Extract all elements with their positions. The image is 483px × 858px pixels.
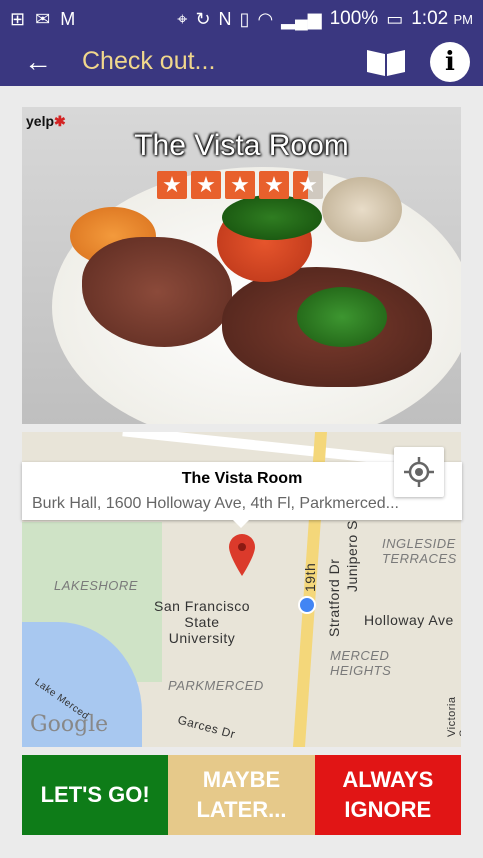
yelp-logo: yelp✱ — [26, 113, 66, 130]
venue-name: The Vista Room — [134, 129, 349, 162]
info-icon[interactable]: i — [430, 42, 470, 82]
page-title: Check out... — [82, 47, 216, 75]
lets-go-button[interactable]: LET'S GO! — [22, 755, 169, 835]
status-time-ampm: PM — [453, 12, 474, 27]
star-icon: ★ — [259, 171, 289, 199]
yelp-logo-text: yelp — [26, 113, 55, 129]
map-label-victoria: Victoria S — [446, 696, 461, 737]
star-icon: ★ — [225, 171, 255, 199]
star-icon: ★ — [157, 171, 187, 199]
my-location-dot — [298, 596, 316, 614]
star-icon: ★ — [191, 171, 221, 199]
crosshair-icon — [404, 457, 434, 487]
food-parsley — [297, 287, 387, 347]
wifi-icon: ◠ — [257, 9, 274, 29]
callout-address: Burk Hall, 1600 Holloway Ave, 4th Fl, Pa… — [32, 495, 399, 512]
star-rating: ★ ★ ★ ★ ★ — [157, 171, 323, 199]
map-label-parkmerced: PARKMERCED — [168, 678, 264, 693]
action-bar: LET'S GO! MAYBE LATER... ALWAYS IGNORE — [22, 755, 461, 835]
map-label-ingleside-terraces: INGLESIDE TERRACES — [382, 536, 457, 566]
status-system: ⌖ ↻ N ▯ ◠ ▂▄▆ 100% ▭ 1:02 PM — [177, 8, 473, 30]
app-bar: ← Check out... i — [0, 38, 483, 86]
map-label-lakeshore: LAKESHORE — [54, 578, 138, 593]
food-potato — [322, 177, 402, 242]
nfc-icon: N — [218, 9, 232, 29]
map-label-stratford: Stratford Dr — [326, 558, 342, 637]
map-label-holloway: Holloway Ave — [364, 612, 454, 628]
battery-percent: 100% — [329, 8, 379, 29]
vibrate-icon: ▯ — [239, 9, 250, 29]
status-bar: ⊞ ✉ M ⌖ ↻ N ▯ ◠ ▂▄▆ 100% ▭ 1:02 PM — [0, 0, 483, 38]
sync-icon: ↻ — [195, 9, 211, 29]
signal-icon: ▂▄▆ — [281, 9, 322, 29]
map-pin-icon[interactable] — [227, 532, 257, 577]
map-label-19th: 19th — [302, 562, 318, 592]
map-label-sfsu: San Francisco State University — [154, 598, 250, 646]
gps-icon: ⌖ — [177, 9, 188, 29]
open-book-icon[interactable] — [365, 46, 407, 78]
yelp-burst-icon: ✱ — [54, 113, 66, 129]
map-label-junipero: Junipero S — [344, 520, 360, 592]
status-notifications: ⊞ ✉ M — [10, 9, 75, 29]
arrow-left-icon[interactable]: ← — [24, 46, 52, 78]
my-location-button[interactable] — [394, 447, 444, 497]
callout-pointer — [232, 519, 250, 528]
map-label-garces: Garces Dr — [176, 712, 237, 742]
mail-icon: ✉ — [35, 9, 51, 29]
map-label-merced-heights: MERCED HEIGHTS — [330, 648, 392, 678]
add-notification-icon: ⊞ — [10, 9, 26, 29]
gmail-icon: M — [60, 9, 76, 29]
maybe-later-button[interactable]: MAYBE LATER... — [168, 755, 315, 835]
food-broccoli — [222, 195, 322, 240]
status-time-value: 1:02 — [411, 8, 449, 29]
venue-photo[interactable]: yelp✱ The Vista Room ★ ★ ★ ★ ★ — [22, 107, 461, 424]
battery-icon: ▭ — [386, 9, 404, 29]
status-time: 1:02 PM — [411, 8, 473, 30]
half-star-icon: ★ — [293, 171, 323, 199]
always-ignore-button[interactable]: ALWAYS IGNORE — [314, 755, 461, 835]
google-logo: Google — [30, 712, 109, 737]
